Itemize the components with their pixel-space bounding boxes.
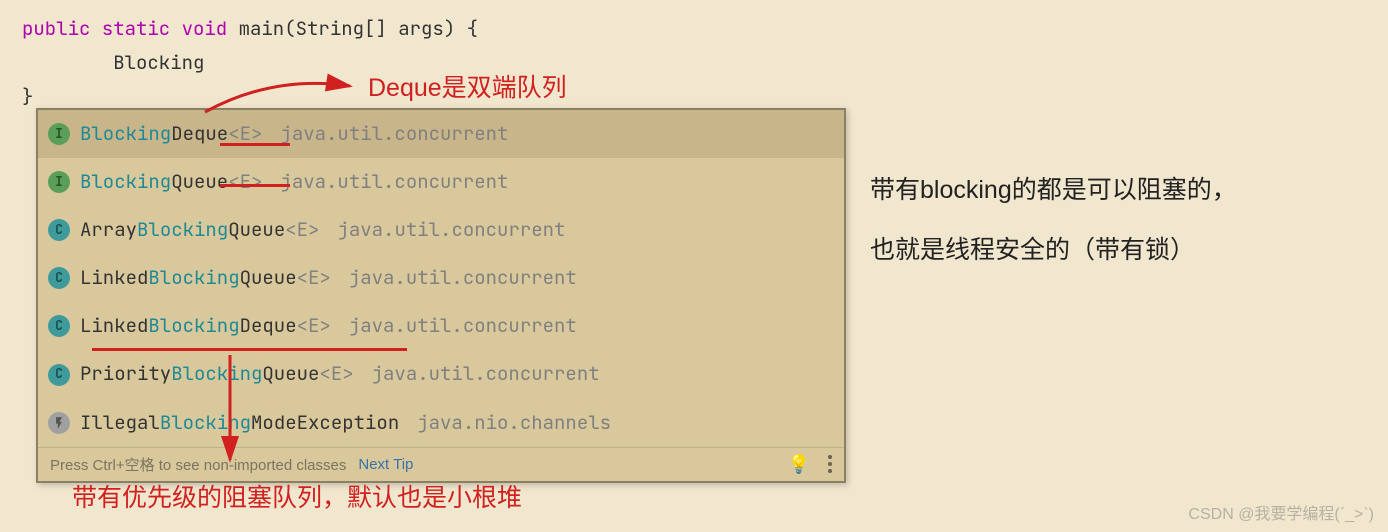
- autocomplete-popup[interactable]: IBlockingDeque<E>java.util.concurrentIBl…: [36, 108, 846, 483]
- autocomplete-item[interactable]: CPriorityBlockingQueue<E>java.util.concu…: [38, 350, 844, 398]
- type-badge-icon: C: [48, 219, 70, 241]
- item-package: java.util.concurrent: [349, 308, 577, 344]
- item-package: java.util.concurrent: [337, 212, 565, 248]
- lightbulb-icon[interactable]: 💡: [788, 454, 810, 475]
- annotation-blocking-2: 也就是线程安全的（带有锁）: [870, 230, 1195, 266]
- autocomplete-item[interactable]: IllegalBlockingModeExceptionjava.nio.cha…: [38, 399, 844, 447]
- underline-queue: [220, 184, 290, 187]
- arrow-to-priority: [200, 350, 280, 470]
- item-package: java.util.concurrent: [372, 356, 600, 392]
- type-badge-icon: I: [48, 171, 70, 193]
- autocomplete-item[interactable]: C LinkedBlockingQueue<E> java.util.concurr…: [38, 254, 844, 302]
- item-package: java.util.concurrent: [349, 260, 577, 296]
- annotation-deque: Deque是双端队列: [368, 68, 567, 104]
- annotation-priority: 带有优先级的阻塞队列，默认也是小根堆: [72, 478, 522, 514]
- popup-footer: Press Ctrl+空格 to see non-imported classe…: [38, 447, 844, 481]
- item-name: BlockingQueue<E>: [80, 164, 262, 200]
- watermark: CSDN @我要学编程(ˊ_>ˋ): [1188, 500, 1374, 524]
- item-name: ArrayBlockingQueue<E>: [80, 212, 319, 248]
- item-name: LinkedBlockingDeque<E>: [80, 308, 331, 344]
- annotation-blocking-1: 带有blocking的都是可以阻塞的，: [870, 170, 1237, 206]
- footer-hint: Press Ctrl+空格 to see non-imported classe…: [50, 454, 346, 475]
- item-package: java.util.concurrent: [280, 164, 508, 200]
- code-line-signature: public static void main(String[] args) {: [22, 12, 1366, 46]
- type-badge-icon: [48, 412, 70, 434]
- autocomplete-item[interactable]: IBlockingDeque<E>java.util.concurrent: [38, 110, 844, 158]
- item-name: LinkedBlockingQueue<E>: [80, 260, 331, 296]
- autocomplete-item[interactable]: C LinkedBlockingDeque<E> java.util.concurr…: [38, 302, 844, 350]
- arrow-to-deque: [200, 72, 360, 122]
- type-badge-icon: C: [48, 364, 70, 386]
- autocomplete-item[interactable]: I BlockingQueue<E> java.util.concurrent: [38, 158, 844, 206]
- more-menu-icon[interactable]: [828, 455, 832, 473]
- type-badge-icon: I: [48, 123, 70, 145]
- underline-deque: [220, 143, 290, 146]
- autocomplete-item[interactable]: C ArrayBlockingQueue<E> java.util.concurre…: [38, 206, 844, 254]
- type-badge-icon: C: [48, 315, 70, 337]
- type-badge-icon: C: [48, 267, 70, 289]
- item-package: java.nio.channels: [417, 405, 611, 441]
- next-tip-link[interactable]: Next Tip: [358, 456, 413, 473]
